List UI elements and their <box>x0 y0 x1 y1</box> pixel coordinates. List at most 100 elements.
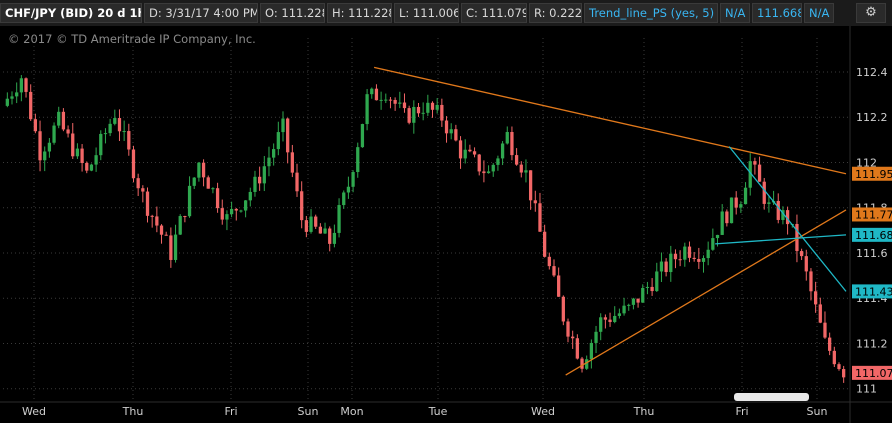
candle-body <box>332 232 337 244</box>
candle-body <box>187 185 192 217</box>
candle-body <box>491 164 495 172</box>
candle-body <box>351 172 355 187</box>
x-tick-label: Thu <box>122 405 144 418</box>
candle-body <box>622 305 626 314</box>
candle-body <box>533 200 537 204</box>
candle-body <box>328 228 332 244</box>
candle-body <box>300 191 304 221</box>
study-name[interactable]: Trend_line_PS (yes, 5) <box>584 3 718 23</box>
candle-body <box>407 108 411 123</box>
candle-body <box>435 104 439 110</box>
price-label: 111.68 <box>855 229 892 242</box>
candle-body <box>117 118 122 132</box>
study-na-1: N/A <box>720 3 750 23</box>
candle-body <box>720 211 724 235</box>
candle-body <box>426 102 430 113</box>
price-label: 111.07 <box>855 367 892 380</box>
candle-body <box>664 261 668 273</box>
candle-body <box>762 181 766 204</box>
candle-body <box>43 151 47 161</box>
time-scroll-handle[interactable] <box>734 393 809 401</box>
candle-body <box>701 258 706 262</box>
copyright-text: © 2017 © TD Ameritrade IP Company, Inc. <box>8 32 256 46</box>
candle-body <box>613 315 617 323</box>
candle-body <box>589 342 593 360</box>
candle-body <box>253 176 257 192</box>
study-na-2: N/A <box>804 3 834 23</box>
y-tick-label: 111.6 <box>856 247 888 260</box>
candle-body <box>477 154 481 172</box>
candle-body <box>267 157 271 167</box>
candle-body <box>47 142 52 152</box>
candle-body <box>538 203 542 232</box>
candle-body <box>314 216 318 227</box>
candle-body <box>24 78 28 92</box>
lower-trendline[interactable] <box>565 209 847 376</box>
candle-body <box>500 143 505 159</box>
price-label: 111.77 <box>855 208 892 221</box>
x-tick-label: Fri <box>735 405 748 418</box>
candle-body <box>543 231 547 257</box>
candle-body <box>29 91 33 120</box>
candle-body <box>262 166 266 184</box>
candle-body <box>113 118 117 124</box>
candle-body <box>304 220 308 232</box>
cyan-flat-line[interactable] <box>715 234 847 245</box>
candle-body <box>510 132 514 156</box>
candle-body <box>725 211 729 224</box>
candle-body <box>374 88 379 101</box>
candle-body <box>463 149 467 159</box>
candle-body <box>290 152 294 173</box>
candle-body <box>683 246 687 260</box>
candle-body <box>15 92 19 97</box>
y-tick-label: 112.2 <box>856 111 888 124</box>
candle-body <box>141 188 145 192</box>
x-tick-label: Sun <box>298 405 319 418</box>
x-tick-label: Tue <box>428 405 448 418</box>
candle-body <box>99 133 103 156</box>
cyan-steep-line[interactable] <box>728 146 847 292</box>
candle-body <box>131 149 136 179</box>
candle-body <box>444 120 449 134</box>
gear-icon[interactable]: ⚙ <box>856 3 886 23</box>
candle-body <box>505 132 509 144</box>
candle-body <box>659 261 664 272</box>
candle-body <box>678 259 682 261</box>
candle-body <box>80 148 84 163</box>
candle-body <box>776 200 780 220</box>
candle-body <box>818 304 822 323</box>
low-value: L: 111.006 <box>394 3 459 23</box>
candle-body <box>52 125 56 143</box>
candle-body <box>482 171 486 174</box>
candle-body <box>206 177 210 189</box>
candle-body <box>486 171 491 174</box>
candle-body <box>66 129 70 134</box>
symbol-label[interactable]: CHF/JPY (BID) 20 d 1h <box>0 3 142 23</box>
candle-body <box>552 266 556 276</box>
candles <box>5 75 846 383</box>
candle-body <box>337 205 341 233</box>
candle-body <box>757 164 762 182</box>
candle-body <box>136 178 140 189</box>
candle-body <box>739 204 743 208</box>
candle-body <box>468 149 472 152</box>
candle-body <box>164 234 168 236</box>
candle-body <box>496 158 500 165</box>
candle-body <box>309 216 313 232</box>
candle-body <box>356 147 360 173</box>
candle-body <box>711 238 715 250</box>
candle-body <box>323 228 327 234</box>
candle-body <box>608 319 612 323</box>
candle-body <box>243 200 248 211</box>
candle-body <box>823 322 827 338</box>
chart-header: CHF/JPY (BID) 20 d 1h D: 3/31/17 4:00 PM… <box>0 0 892 26</box>
candle-body <box>173 234 178 260</box>
candle-body <box>412 106 416 123</box>
candle-body <box>706 249 710 259</box>
candle-body <box>61 111 66 130</box>
study-value: 111.668 <box>752 3 802 23</box>
candle-body <box>603 317 608 320</box>
candle-body <box>472 151 477 155</box>
candle-body <box>416 106 421 114</box>
price-chart[interactable]: 111111.2111.4111.6111.8112112.2112.4WedT… <box>0 26 892 423</box>
